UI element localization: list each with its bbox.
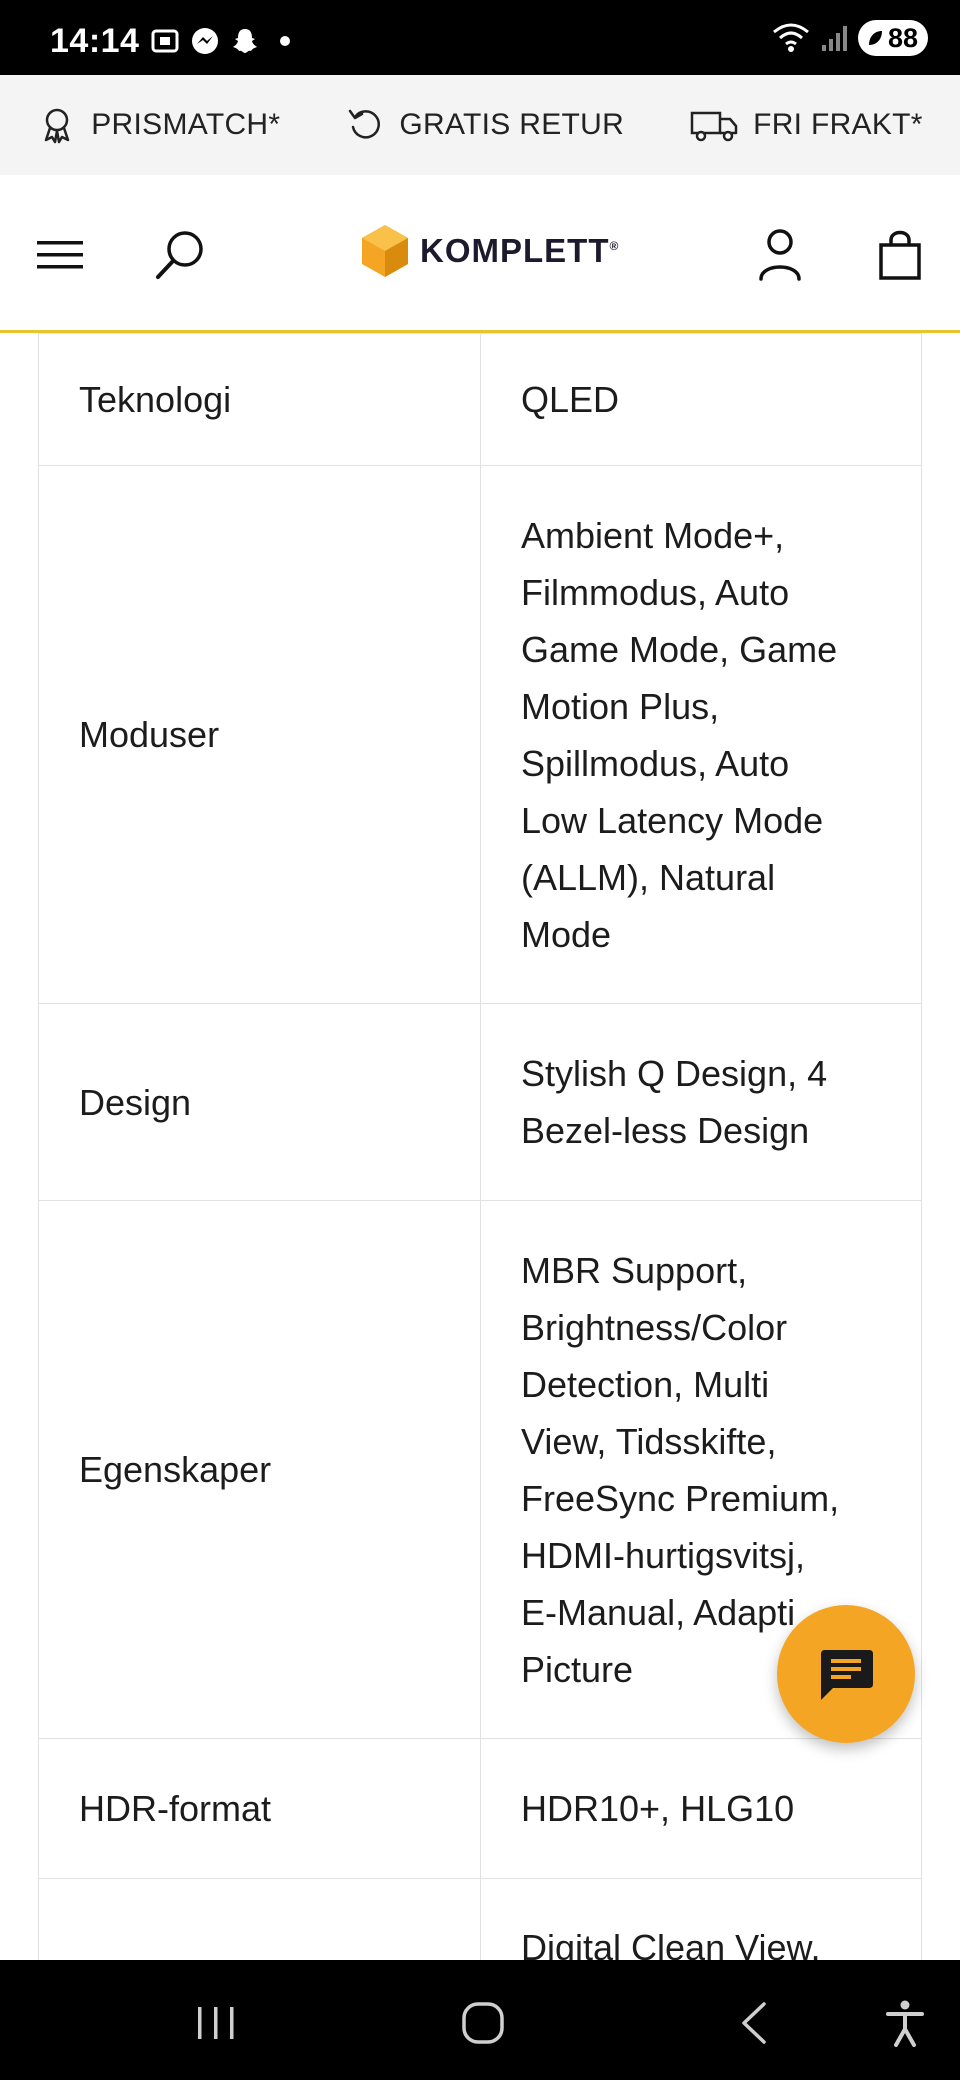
status-bar: 14:14 88 [0,0,960,75]
spec-value: Ambient Mode+, Filmmodus, Auto Game Mode… [480,465,922,1004]
back-icon [742,2002,766,2044]
user-icon [759,229,801,281]
back-button[interactable] [726,1995,782,2051]
shopping-bag-icon [879,230,921,280]
recent-apps-button[interactable] [188,1995,244,2051]
spec-label: Moduser [38,465,481,1004]
spec-value: Stylish Q Design, 4 Bezel-less Design [480,1003,922,1201]
spec-label: Design [38,1003,481,1201]
spec-label: HDR-format [38,1738,481,1879]
promo-prismatch[interactable]: PRISMATCH* [37,105,280,145]
battery-leaf-icon [868,31,882,45]
menu-button[interactable] [30,225,90,285]
home-button[interactable] [455,1995,511,2051]
spec-label: Teknologi [38,333,481,466]
notification-icons [150,26,290,56]
accessibility-button[interactable] [877,1995,933,2051]
signal-icon [821,26,847,51]
spec-value: HDR10+, HLG10 [480,1738,922,1879]
promo-label: GRATIS RETUR [399,108,625,141]
logo-text: KOMPLETT® [420,232,620,269]
spec-table: Teknologi QLED Moduser Ambient Mode+, Fi… [38,333,922,2039]
komplett-logo[interactable]: KOMPLETT® [360,223,619,279]
battery-level: 88 [887,22,918,53]
truck-icon [690,111,738,142]
komplett-logo-mark [362,225,408,277]
search-icon [156,231,203,279]
battery-indicator: 88 [857,20,928,56]
award-icon [44,108,70,144]
screenshot-icon [151,29,179,53]
status-time: 14:14 [50,22,140,60]
promo-label: FRI FRAKT* [753,108,923,141]
home-icon [462,2002,504,2044]
cart-button[interactable] [870,225,930,285]
chat-icon [821,1650,873,1700]
table-row: Moduser Ambient Mode+, Filmmodus, Auto G… [38,465,922,1004]
table-row: HDR-format HDR10+, HLG10 [38,1738,922,1879]
table-row: Teknologi QLED [38,333,922,466]
promo-bar: PRISMATCH* GRATIS RETUR FRI FRAKT* [0,75,960,175]
search-button[interactable] [150,225,210,285]
spec-label: Egenskaper [38,1200,481,1739]
wifi-icon [773,23,809,52]
hamburger-menu-icon [37,241,83,269]
promo-fri-frakt[interactable]: FRI FRAKT* [689,105,923,145]
system-status: 88 [772,20,928,56]
spec-value: QLED [480,333,922,466]
promo-gratis-retur[interactable]: GRATIS RETUR [345,105,624,145]
recent-apps-icon [198,2007,234,2039]
promo-label: PRISMATCH* [91,108,281,141]
chat-button[interactable] [777,1605,915,1743]
more-notifications-dot [280,36,290,46]
account-button[interactable] [750,225,810,285]
return-icon [349,109,381,139]
system-nav-bar [0,1960,960,2080]
table-row: Design Stylish Q Design, 4 Bezel-less De… [38,1003,922,1201]
snapchat-icon [233,29,257,53]
site-header: KOMPLETT® [0,175,960,333]
accessibility-icon [886,2000,924,2047]
messenger-icon [192,28,218,54]
